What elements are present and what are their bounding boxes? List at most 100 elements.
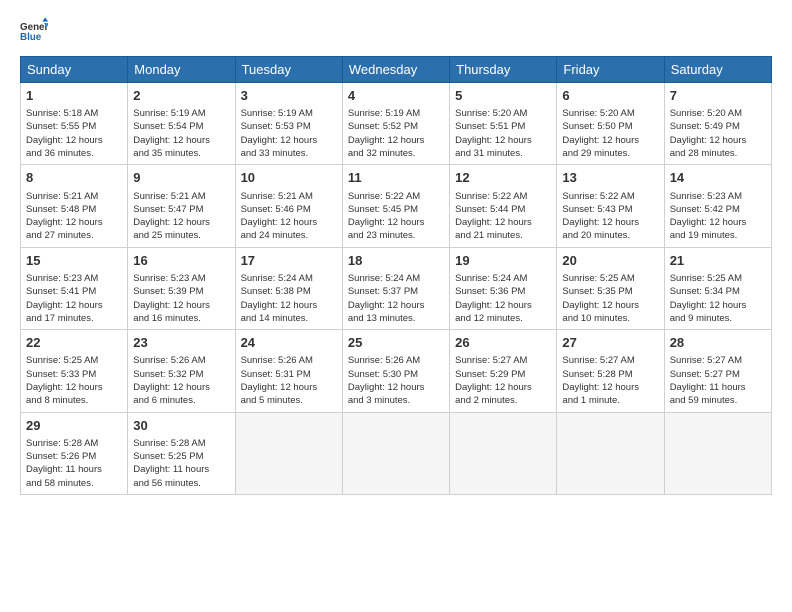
calendar-cell bbox=[450, 412, 557, 494]
calendar-cell: 28Sunrise: 5:27 AM Sunset: 5:27 PM Dayli… bbox=[664, 330, 771, 412]
calendar-cell bbox=[235, 412, 342, 494]
day-info: Sunrise: 5:27 AM Sunset: 5:29 PM Dayligh… bbox=[455, 354, 551, 407]
day-number: 30 bbox=[133, 417, 229, 435]
day-info: Sunrise: 5:19 AM Sunset: 5:52 PM Dayligh… bbox=[348, 107, 444, 160]
calendar-cell: 7 Sunrise: 5:20 AM Sunset: 5:49 PM Daylig… bbox=[664, 83, 771, 165]
day-number: 17 bbox=[241, 252, 337, 270]
day-number: 7 bbox=[670, 87, 766, 105]
calendar-cell: 24 Sunrise: 5:26 AM Sunset: 5:31 PM Dayli… bbox=[235, 330, 342, 412]
calendar-cell: 19 Sunrise: 5:24 AM Sunset: 5:36 PM Dayli… bbox=[450, 247, 557, 329]
calendar-cell: 13 Sunrise: 5:22 AM Sunset: 5:43 PM Dayli… bbox=[557, 165, 664, 247]
day-info: Sunrise: 5:19 AM Sunset: 5:53 PM Dayligh… bbox=[241, 107, 337, 160]
day-number: 19 bbox=[455, 252, 551, 270]
day-number: 15 bbox=[26, 252, 122, 270]
calendar-cell: 16 Sunrise: 5:23 AM Sunset: 5:39 PM Dayli… bbox=[128, 247, 235, 329]
day-info: Sunrise: 5:27 AM Sunset: 5:27 PM Dayligh… bbox=[670, 354, 766, 407]
day-info: Sunrise: 5:26 AM Sunset: 5:31 PM Dayligh… bbox=[241, 354, 337, 407]
day-info: Sunrise: 5:19 AM Sunset: 5:54 PM Dayligh… bbox=[133, 107, 229, 160]
calendar-cell: 30 Sunrise: 5:28 AM Sunset: 5:25 PM Dayli… bbox=[128, 412, 235, 494]
day-number: 27 bbox=[562, 334, 658, 352]
calendar-cell: 14 Sunrise: 5:23 AM Sunset: 5:42 PM Dayli… bbox=[664, 165, 771, 247]
day-info: Sunrise: 5:24 AM Sunset: 5:37 PM Dayligh… bbox=[348, 272, 444, 325]
day-info: Sunrise: 5:28 AM Sunset: 5:25 PM Dayligh… bbox=[133, 437, 229, 490]
day-info: Sunrise: 5:28 AM Sunset: 5:26 PM Dayligh… bbox=[26, 437, 122, 490]
day-number: 16 bbox=[133, 252, 229, 270]
calendar-cell bbox=[557, 412, 664, 494]
day-info: Sunrise: 5:18 AM Sunset: 5:55 PM Dayligh… bbox=[26, 107, 122, 160]
day-info: Sunrise: 5:20 AM Sunset: 5:51 PM Dayligh… bbox=[455, 107, 551, 160]
calendar-cell: 5 Sunrise: 5:20 AM Sunset: 5:51 PM Daylig… bbox=[450, 83, 557, 165]
calendar-cell: 8 Sunrise: 5:21 AM Sunset: 5:48 PM Daylig… bbox=[21, 165, 128, 247]
calendar-cell: 6 Sunrise: 5:20 AM Sunset: 5:50 PM Daylig… bbox=[557, 83, 664, 165]
calendar-cell: 20Sunrise: 5:25 AM Sunset: 5:35 PM Dayli… bbox=[557, 247, 664, 329]
day-info: Sunrise: 5:20 AM Sunset: 5:49 PM Dayligh… bbox=[670, 107, 766, 160]
day-info: Sunrise: 5:21 AM Sunset: 5:48 PM Dayligh… bbox=[26, 190, 122, 243]
calendar-cell: 15Sunrise: 5:23 AM Sunset: 5:41 PM Dayli… bbox=[21, 247, 128, 329]
day-info: Sunrise: 5:22 AM Sunset: 5:43 PM Dayligh… bbox=[562, 190, 658, 243]
day-number: 2 bbox=[133, 87, 229, 105]
day-number: 8 bbox=[26, 169, 122, 187]
day-number: 9 bbox=[133, 169, 229, 187]
day-info: Sunrise: 5:24 AM Sunset: 5:36 PM Dayligh… bbox=[455, 272, 551, 325]
calendar-cell bbox=[664, 412, 771, 494]
day-number: 12 bbox=[455, 169, 551, 187]
day-number: 6 bbox=[562, 87, 658, 105]
day-info: Sunrise: 5:27 AM Sunset: 5:28 PM Dayligh… bbox=[562, 354, 658, 407]
weekday-header-thursday: Thursday bbox=[450, 57, 557, 83]
day-number: 5 bbox=[455, 87, 551, 105]
calendar-cell: 4Sunrise: 5:19 AM Sunset: 5:52 PM Daylig… bbox=[342, 83, 449, 165]
day-number: 24 bbox=[241, 334, 337, 352]
calendar-cell: 26Sunrise: 5:27 AM Sunset: 5:29 PM Dayli… bbox=[450, 330, 557, 412]
day-info: Sunrise: 5:22 AM Sunset: 5:44 PM Dayligh… bbox=[455, 190, 551, 243]
calendar-week-3: 15Sunrise: 5:23 AM Sunset: 5:41 PM Dayli… bbox=[21, 247, 772, 329]
day-info: Sunrise: 5:23 AM Sunset: 5:39 PM Dayligh… bbox=[133, 272, 229, 325]
day-number: 11 bbox=[348, 169, 444, 187]
calendar-cell: 10 Sunrise: 5:21 AM Sunset: 5:46 PM Dayli… bbox=[235, 165, 342, 247]
calendar-cell: 2 Sunrise: 5:19 AM Sunset: 5:54 PM Daylig… bbox=[128, 83, 235, 165]
day-info: Sunrise: 5:25 AM Sunset: 5:34 PM Dayligh… bbox=[670, 272, 766, 325]
day-number: 13 bbox=[562, 169, 658, 187]
day-number: 22 bbox=[26, 334, 122, 352]
calendar-cell: 12 Sunrise: 5:22 AM Sunset: 5:44 PM Dayli… bbox=[450, 165, 557, 247]
day-info: Sunrise: 5:26 AM Sunset: 5:30 PM Dayligh… bbox=[348, 354, 444, 407]
day-number: 25 bbox=[348, 334, 444, 352]
svg-text:Blue: Blue bbox=[20, 32, 42, 43]
day-info: Sunrise: 5:20 AM Sunset: 5:50 PM Dayligh… bbox=[562, 107, 658, 160]
calendar-cell: 3 Sunrise: 5:19 AM Sunset: 5:53 PM Daylig… bbox=[235, 83, 342, 165]
calendar-cell: 27 Sunrise: 5:27 AM Sunset: 5:28 PM Dayli… bbox=[557, 330, 664, 412]
calendar-cell: 11Sunrise: 5:22 AM Sunset: 5:45 PM Dayli… bbox=[342, 165, 449, 247]
day-number: 23 bbox=[133, 334, 229, 352]
day-info: Sunrise: 5:21 AM Sunset: 5:46 PM Dayligh… bbox=[241, 190, 337, 243]
header-area: General Blue bbox=[20, 16, 772, 44]
weekday-header-sunday: Sunday bbox=[21, 57, 128, 83]
day-number: 14 bbox=[670, 169, 766, 187]
calendar-week-5: 29 Sunrise: 5:28 AM Sunset: 5:26 PM Dayli… bbox=[21, 412, 772, 494]
day-number: 21 bbox=[670, 252, 766, 270]
weekday-header-friday: Friday bbox=[557, 57, 664, 83]
day-number: 10 bbox=[241, 169, 337, 187]
calendar-table: SundayMondayTuesdayWednesdayThursdayFrid… bbox=[20, 56, 772, 495]
weekday-header-wednesday: Wednesday bbox=[342, 57, 449, 83]
calendar-week-4: 22 Sunrise: 5:25 AM Sunset: 5:33 PM Dayli… bbox=[21, 330, 772, 412]
day-info: Sunrise: 5:23 AM Sunset: 5:42 PM Dayligh… bbox=[670, 190, 766, 243]
day-number: 18 bbox=[348, 252, 444, 270]
calendar-cell: 9 Sunrise: 5:21 AM Sunset: 5:47 PM Daylig… bbox=[128, 165, 235, 247]
day-info: Sunrise: 5:26 AM Sunset: 5:32 PM Dayligh… bbox=[133, 354, 229, 407]
day-info: Sunrise: 5:25 AM Sunset: 5:33 PM Dayligh… bbox=[26, 354, 122, 407]
calendar-cell: 25 Sunrise: 5:26 AM Sunset: 5:30 PM Dayli… bbox=[342, 330, 449, 412]
day-info: Sunrise: 5:21 AM Sunset: 5:47 PM Dayligh… bbox=[133, 190, 229, 243]
calendar-cell: 23 Sunrise: 5:26 AM Sunset: 5:32 PM Dayli… bbox=[128, 330, 235, 412]
calendar-cell: 29 Sunrise: 5:28 AM Sunset: 5:26 PM Dayli… bbox=[21, 412, 128, 494]
day-info: Sunrise: 5:24 AM Sunset: 5:38 PM Dayligh… bbox=[241, 272, 337, 325]
calendar-cell bbox=[342, 412, 449, 494]
logo: General Blue bbox=[20, 16, 54, 44]
day-number: 20 bbox=[562, 252, 658, 270]
day-number: 29 bbox=[26, 417, 122, 435]
day-number: 3 bbox=[241, 87, 337, 105]
weekday-header-tuesday: Tuesday bbox=[235, 57, 342, 83]
calendar-cell: 22 Sunrise: 5:25 AM Sunset: 5:33 PM Dayli… bbox=[21, 330, 128, 412]
calendar-cell: 1Sunrise: 5:18 AM Sunset: 5:55 PM Daylig… bbox=[21, 83, 128, 165]
calendar-week-1: 1Sunrise: 5:18 AM Sunset: 5:55 PM Daylig… bbox=[21, 83, 772, 165]
calendar-cell: 17 Sunrise: 5:24 AM Sunset: 5:38 PM Dayli… bbox=[235, 247, 342, 329]
weekday-header-monday: Monday bbox=[128, 57, 235, 83]
